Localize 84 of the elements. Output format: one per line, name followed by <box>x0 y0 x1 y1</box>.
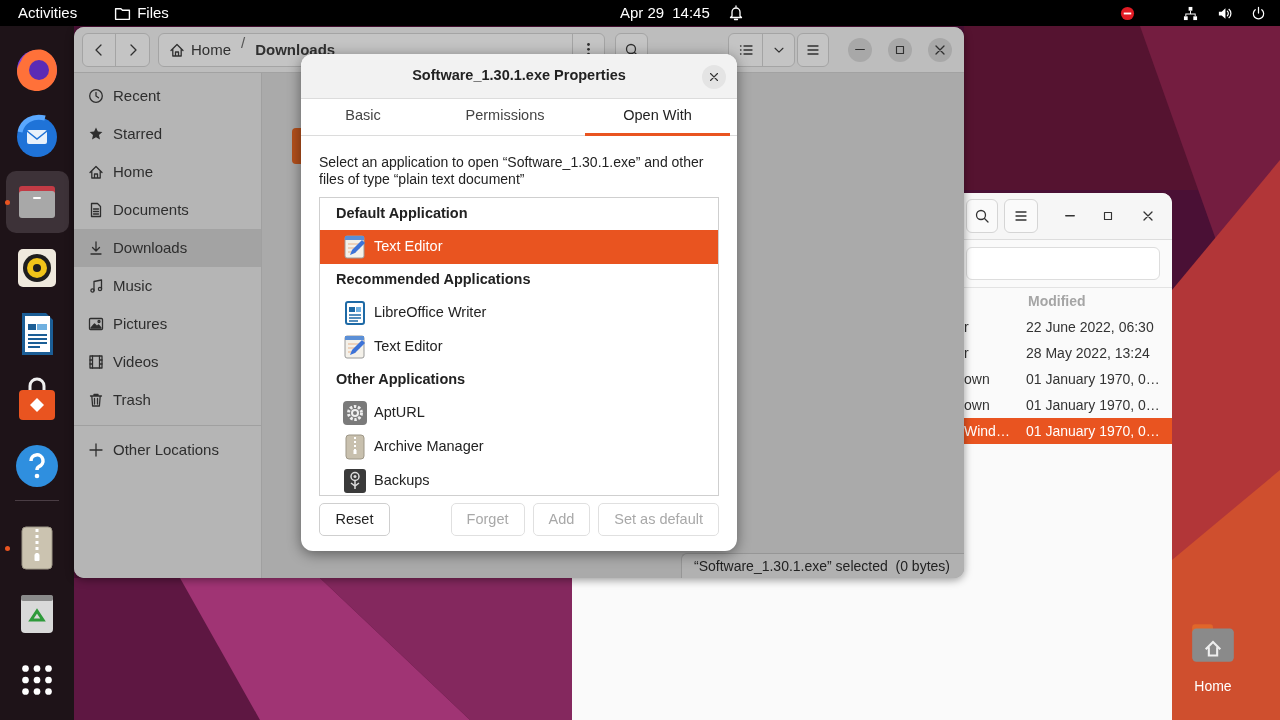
application-item[interactable]: AptURL <box>320 396 718 430</box>
clock-icon <box>88 88 104 104</box>
tab[interactable]: Permissions <box>425 99 585 136</box>
path-crumb[interactable]: Downloads <box>255 33 336 66</box>
sidebar-item[interactable]: Other Locations <box>74 431 261 469</box>
sidebar-item[interactable]: Pictures <box>74 305 261 343</box>
image-icon <box>88 316 104 332</box>
music-note-icon <box>88 278 104 294</box>
notepad-pencil-icon <box>342 234 368 260</box>
sidebar-item[interactable]: Downloads <box>74 229 261 267</box>
dialog-title: Software_1.30.1.exe Properties <box>412 66 626 86</box>
application-item[interactable]: Text Editor <box>320 330 718 364</box>
status-bar: “Software_1.30.1.exe” selected (0 bytes) <box>680 553 964 578</box>
table-cell-text: 01 January 1970, 0… <box>1026 421 1160 441</box>
table-cell-text: r <box>964 317 970 337</box>
document-icon <box>88 202 104 218</box>
star-icon <box>88 126 104 142</box>
menu-icon <box>1013 208 1029 224</box>
activities-button[interactable]: Activities <box>0 0 78 26</box>
home-icon <box>169 41 185 58</box>
sidebar-item[interactable]: Trash <box>74 381 261 419</box>
application-item[interactable]: Backups <box>320 464 718 495</box>
minimize-icon <box>1065 215 1075 217</box>
home-icon <box>88 164 104 180</box>
file-row[interactable]: own 01 January 1970, 0… <box>964 366 1172 392</box>
notepad-pencil-icon <box>342 334 368 360</box>
file-row[interactable]: Wind… 01 January 1970, 0… <box>964 418 1172 444</box>
table-cell-text: Wind… <box>964 421 1011 441</box>
section-heading: Default Application <box>335 204 469 224</box>
sidebar-item[interactable]: Music <box>74 267 261 305</box>
search-field[interactable] <box>966 247 1160 280</box>
app-menu-button[interactable]: Files <box>114 0 169 26</box>
film-icon <box>88 354 104 370</box>
sidebar-item[interactable]: Recent <box>74 77 261 115</box>
table-cell-text: 22 June 2022, 06:30 <box>1026 317 1154 337</box>
close-button[interactable] <box>928 37 952 62</box>
close-button[interactable] <box>702 65 726 89</box>
menu-button[interactable] <box>1004 199 1038 233</box>
path-crumb[interactable]: Home <box>169 33 231 66</box>
application-item[interactable]: Archive Manager <box>320 430 718 464</box>
table-cell-text: own <box>964 395 991 415</box>
trash-icon <box>88 392 104 408</box>
section-heading: Other Applications <box>335 370 467 390</box>
archive-icon <box>342 434 368 460</box>
file-row[interactable]: own 01 January 1970, 0… <box>964 392 1172 418</box>
maximize-button[interactable] <box>888 37 912 62</box>
close-icon <box>707 70 721 84</box>
sidebar-item[interactable]: Starred <box>74 115 261 153</box>
sidebar-item[interactable]: Documents <box>74 191 261 229</box>
dialog-button[interactable]: Reset <box>319 503 390 536</box>
clock-button[interactable]: Apr 29 14:45 <box>620 0 710 26</box>
network-icon[interactable] <box>1183 5 1198 21</box>
tab[interactable]: Basic <box>301 99 425 136</box>
maximize-icon <box>1101 209 1115 223</box>
menu-button[interactable] <box>797 32 829 67</box>
no-entry-icon[interactable] <box>1120 5 1135 21</box>
help-icon[interactable] <box>13 442 61 490</box>
search-button[interactable] <box>966 199 998 233</box>
gear-icon <box>342 400 368 426</box>
file-row[interactable]: r 28 May 2022, 13:24 <box>964 340 1172 366</box>
desktop-icon-label[interactable]: Home <box>1194 676 1232 697</box>
section-heading: Recommended Applications <box>335 270 532 290</box>
plus-icon <box>88 442 104 458</box>
more-icon <box>587 43 590 56</box>
description-text: Select an application to open “Software_1.30.1.exe” and other files of type “plain text document” <box>319 154 705 188</box>
search-icon <box>974 208 990 224</box>
backup-icon <box>342 468 368 494</box>
table-cell-text: r <box>964 343 970 363</box>
file-row[interactable]: r 22 June 2022, 06:30 <box>964 314 1172 340</box>
table-cell-text: own <box>964 369 991 389</box>
application-item[interactable]: Text Editor <box>320 230 718 264</box>
document-icon <box>342 300 368 326</box>
table-cell-text: 28 May 2022, 13:24 <box>1026 343 1150 363</box>
table-cell-text: 01 January 1970, 0… <box>1026 369 1160 389</box>
sidebar-item[interactable]: Home <box>74 153 261 191</box>
download-icon <box>88 240 104 256</box>
power-icon[interactable] <box>1251 5 1266 21</box>
bell-icon <box>727 5 744 21</box>
path-separator: / <box>241 33 246 51</box>
minimize-icon <box>855 48 865 51</box>
tab[interactable]: Open With <box>585 99 730 136</box>
table-cell-text: 01 January 1970, 0… <box>1026 395 1160 415</box>
sidebar-item[interactable]: Videos <box>74 343 261 381</box>
application-item[interactable]: LibreOffice Writer <box>320 296 718 330</box>
